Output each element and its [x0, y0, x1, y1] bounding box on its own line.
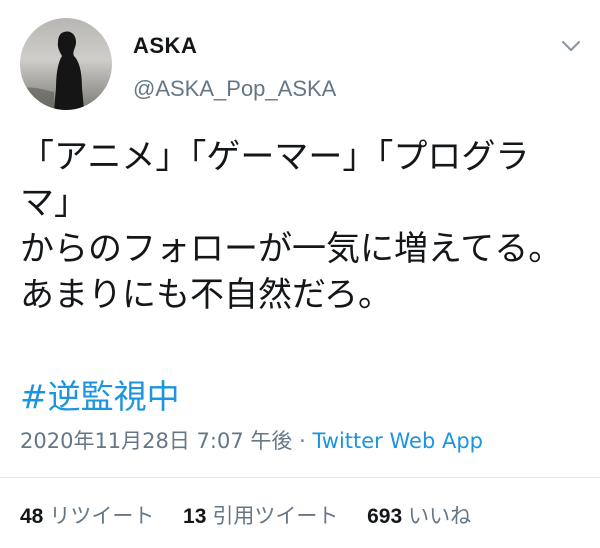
- profile-photo-silhouette-icon: [20, 31, 84, 110]
- retweets-stat[interactable]: 48 リツイート: [20, 500, 154, 530]
- timestamp-link[interactable]: 2020年11月28日 7:07 午後: [20, 429, 292, 453]
- quote-tweets-stat[interactable]: 13 引用ツイート: [183, 500, 338, 530]
- divider: [0, 477, 600, 478]
- tweet-text-line: マ」: [20, 183, 88, 223]
- meta-separator: ·: [292, 429, 313, 453]
- quotes-label: 引用ツイート: [212, 504, 339, 528]
- tweet-text: 「アニメ」「ゲーマー」「プログラ マ」 からのフォローが一気に増えてる。 あまり…: [20, 134, 592, 318]
- likes-count: 693: [367, 505, 403, 528]
- tweet-card: ASKA @ASKA_Pop_ASKA 「アニメ」「ゲーマー」「プログラ マ」 …: [0, 0, 600, 548]
- author-handle[interactable]: @ASKA_Pop_ASKA: [133, 76, 336, 102]
- chevron-down-icon: [561, 40, 581, 52]
- retweets-count: 48: [20, 505, 44, 528]
- hashtag-link[interactable]: #逆監視中: [20, 370, 180, 418]
- source-app-link[interactable]: Twitter Web App: [312, 429, 483, 453]
- author-display-name[interactable]: ASKA: [133, 33, 197, 59]
- quotes-count: 13: [183, 505, 207, 528]
- engagement-stats: 48 リツイート 13 引用ツイート 693 いいね: [20, 500, 493, 530]
- tweet-menu-button[interactable]: [560, 38, 582, 54]
- avatar[interactable]: [20, 18, 112, 110]
- tweet-text-line: 「アニメ」「ゲーマー」「プログラ: [20, 137, 530, 177]
- likes-label: いいね: [408, 504, 472, 528]
- tweet-text-line: あまりにも不自然だろ。: [20, 275, 392, 315]
- tweet-meta: 2020年11月28日 7:07 午後 · Twitter Web App: [20, 425, 483, 455]
- likes-stat[interactable]: 693 いいね: [367, 500, 471, 530]
- tweet-text-line: からのフォローが一気に増えてる。: [20, 229, 563, 269]
- retweets-label: リツイート: [49, 504, 155, 528]
